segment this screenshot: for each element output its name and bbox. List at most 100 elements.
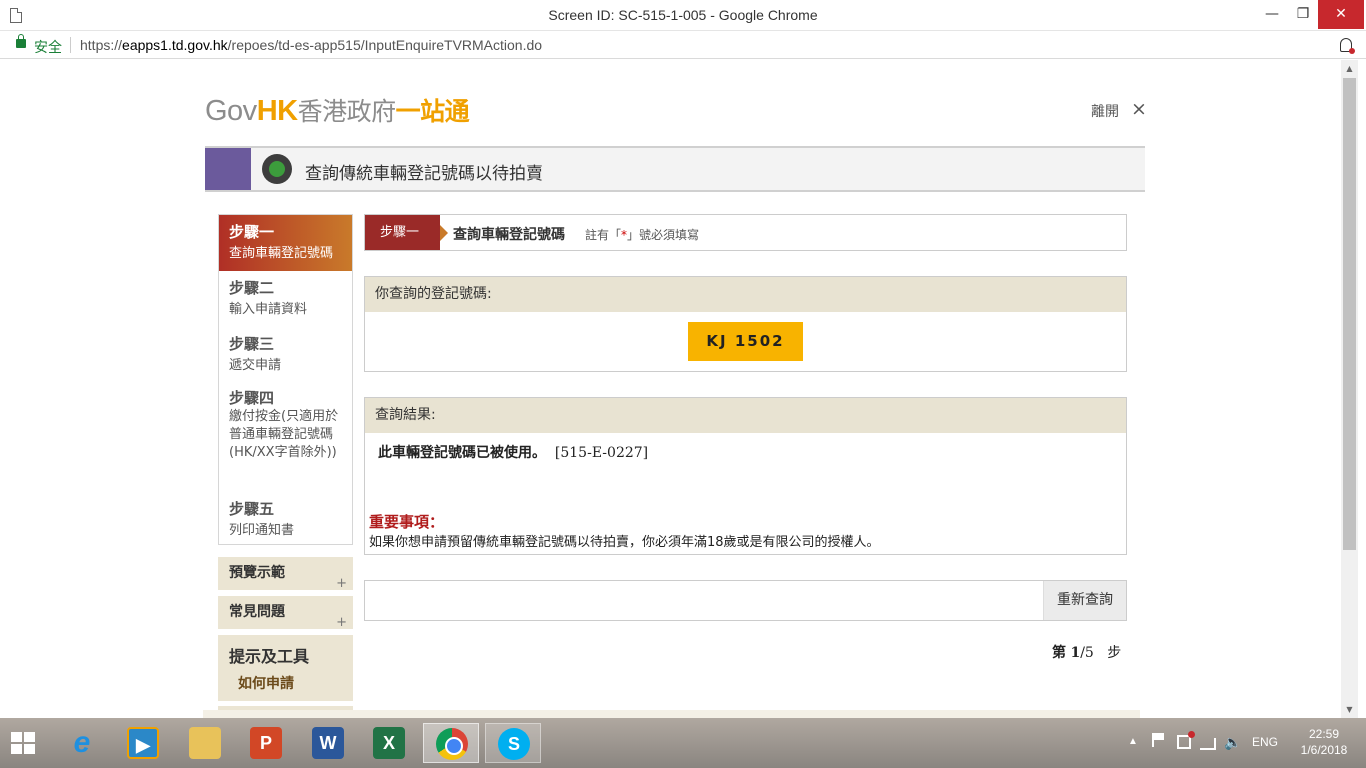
- step-5-head: 步驟五: [229, 500, 275, 518]
- pager-current: 1: [1070, 645, 1081, 661]
- powerpoint-icon: P: [250, 727, 282, 759]
- page-bottom-strip: [203, 710, 1140, 718]
- clock-date: 1/6/2018: [1300, 743, 1348, 757]
- pager-prefix: 第: [1052, 645, 1066, 661]
- taskbar-internet-explorer[interactable]: e: [54, 723, 110, 763]
- banner-accent: [205, 148, 251, 190]
- sidebar-tools: 提示及工具 如何申請: [218, 635, 353, 701]
- required-note: 註有「*」號必須填寫: [585, 226, 699, 243]
- step-title: 查詢車輛登記號碼: [453, 227, 565, 243]
- govhk-logo[interactable]: GovHK香港政府一站通: [205, 92, 470, 128]
- vertical-scrollbar[interactable]: ▲ ▼: [1341, 60, 1358, 718]
- plate-panel: 你查詢的登記號碼: KJ 1502: [364, 276, 1127, 372]
- how-to-apply-link[interactable]: 如何申請: [229, 673, 353, 693]
- sidebar-item-preview[interactable]: 預覽示範 +: [218, 557, 353, 591]
- traffic-light-icon: [262, 154, 292, 184]
- power-icon[interactable]: [1177, 731, 1195, 749]
- step-2: 步驟二 輸入申請資料: [219, 277, 352, 317]
- leave-link[interactable]: 離開: [1091, 101, 1119, 121]
- show-hidden-icons-icon[interactable]: ▲: [1128, 736, 1138, 768]
- taskbar-skype[interactable]: S: [485, 723, 541, 763]
- logo-hk: HK: [256, 95, 298, 127]
- step-pager: 第 1/5 步: [1052, 642, 1121, 662]
- logo-zh2: 一站通: [395, 97, 470, 126]
- step-5-label: 列印通知書: [229, 523, 295, 538]
- step-2-head: 步驟二: [229, 279, 275, 297]
- skype-icon: S: [498, 728, 530, 760]
- step-3-head: 步驟三: [229, 335, 275, 353]
- url-path: /repoes/td-es-app515/InputEnquireTVRMAct…: [227, 37, 543, 53]
- start-button[interactable]: [0, 718, 48, 768]
- page-title: 查詢傳統車輛登記號碼以待拍賣: [305, 164, 543, 184]
- step-2-label: 輸入申請資料: [229, 302, 308, 317]
- secure-label[interactable]: 安全: [34, 37, 62, 57]
- url-text[interactable]: https://eapps1.td.gov.hk/repoes/td-es-ap…: [80, 37, 542, 53]
- logo-gov: Gov: [205, 95, 257, 127]
- window-titlebar: Screen ID: SC-515-1-005 - Google Chrome …: [0, 0, 1366, 31]
- leave-close-icon[interactable]: ×: [1131, 98, 1147, 120]
- result-message-text: 此車輛登記號碼已被使用。: [378, 445, 546, 461]
- important-text: 如果你想申請預留傳統車輛登記號碼以待拍賣，你必須年滿18歲或是有限公司的授權人。: [369, 535, 880, 550]
- re-enquire-button[interactable]: 重新查詢: [1043, 581, 1126, 620]
- extension-icon[interactable]: [1340, 38, 1355, 54]
- volume-icon[interactable]: 🔈: [1224, 734, 1241, 768]
- network-icon[interactable]: [1200, 738, 1216, 750]
- windows-icon: [11, 732, 35, 754]
- step-1: 步驟一 查詢車輛登記號碼: [219, 215, 352, 271]
- clock[interactable]: 22:59 1/6/2018: [1300, 726, 1348, 768]
- window-title: Screen ID: SC-515-1-005 - Google Chrome: [548, 7, 818, 23]
- page-viewport: GovHK香港政府一站通 離開 × 查詢傳統車輛登記號碼以待拍賣 步驟一 查詢車…: [0, 60, 1366, 718]
- chrome-icon: [436, 728, 468, 760]
- action-center-flag-icon[interactable]: [1152, 733, 1164, 747]
- taskbar-word[interactable]: W: [300, 723, 356, 763]
- action-bar: 重新查詢: [364, 580, 1127, 621]
- scroll-down-icon[interactable]: ▼: [1341, 701, 1358, 718]
- result-message: 此車輛登記號碼已被使用。 [515-E-0227]: [378, 442, 648, 462]
- address-separator: [70, 37, 71, 53]
- step-5: 步驟五 列印通知書: [219, 498, 352, 538]
- address-bar[interactable]: 安全 https://eapps1.td.gov.hk/repoes/td-es…: [0, 31, 1366, 59]
- result-code: [515-E-0227]: [554, 445, 649, 461]
- sidebar-item-faq[interactable]: 常見問題 +: [218, 596, 353, 630]
- close-window-button[interactable]: ✕: [1318, 0, 1364, 29]
- word-icon: W: [312, 727, 344, 759]
- result-panel-heading: 查詢結果:: [365, 398, 1126, 433]
- step-3-label: 遞交申請: [229, 358, 282, 373]
- url-host: eapps1.td.gov.hk: [122, 37, 228, 53]
- result-panel: 查詢結果: 此車輛登記號碼已被使用。 [515-E-0227] 重要事項： 如果…: [364, 397, 1127, 555]
- note-pre: 註有「: [585, 228, 622, 242]
- important-heading: 重要事項：: [369, 513, 445, 531]
- taskbar-powerpoint[interactable]: P: [238, 723, 294, 763]
- internet-explorer-icon: e: [73, 726, 91, 759]
- lock-icon[interactable]: [16, 34, 26, 48]
- step-4: 步驟四 繳付按金(只適用於普通車輛登記號碼(HK/XX字首除外)): [219, 387, 347, 462]
- taskbar-excel[interactable]: X: [361, 723, 417, 763]
- step-1-head: 步驟一: [229, 223, 275, 241]
- plate-panel-heading: 你查詢的登記號碼:: [365, 277, 1126, 312]
- excel-icon: X: [373, 727, 405, 759]
- clock-time: 22:59: [1308, 727, 1340, 741]
- step-4-head: 步驟四: [229, 389, 275, 407]
- step-3: 步驟三 遞交申請: [219, 333, 352, 373]
- url-scheme: https://: [80, 37, 123, 53]
- taskbar-media-player[interactable]: ▶: [115, 723, 171, 763]
- tools-heading: 提示及工具: [229, 647, 310, 666]
- step-tag: 步驟一: [365, 215, 448, 250]
- input-language[interactable]: ENG: [1252, 735, 1278, 768]
- pager-suffix: 步: [1107, 645, 1122, 661]
- taskbar: e ▶ P W X S ▲ 🔈 ENG 22:59 1/6/2018: [0, 718, 1366, 768]
- media-player-icon: ▶: [127, 727, 159, 759]
- step-header: 步驟一 查詢車輛登記號碼 註有「*」號必須填寫: [364, 214, 1127, 251]
- note-post: 」號必須填寫: [627, 228, 700, 242]
- step-1-label: 查詢車輛登記號碼: [229, 246, 334, 261]
- step-4-label: 繳付按金(只適用於普通車輛登記號碼(HK/XX字首除外)): [229, 409, 339, 460]
- page-banner: 查詢傳統車輛登記號碼以待拍賣: [205, 146, 1145, 192]
- folder-icon: [189, 727, 221, 759]
- scrollbar-thumb[interactable]: [1343, 78, 1356, 550]
- step-navigation: 步驟一 查詢車輛登記號碼 步驟二 輸入申請資料 步驟三 遞交申請 步驟四 繳付按…: [218, 214, 353, 545]
- pager-total: 5: [1084, 645, 1094, 661]
- taskbar-chrome[interactable]: [423, 723, 479, 763]
- taskbar-file-explorer[interactable]: [177, 723, 233, 763]
- logo-zh: 香港政府: [297, 97, 397, 126]
- scroll-up-icon[interactable]: ▲: [1341, 60, 1358, 77]
